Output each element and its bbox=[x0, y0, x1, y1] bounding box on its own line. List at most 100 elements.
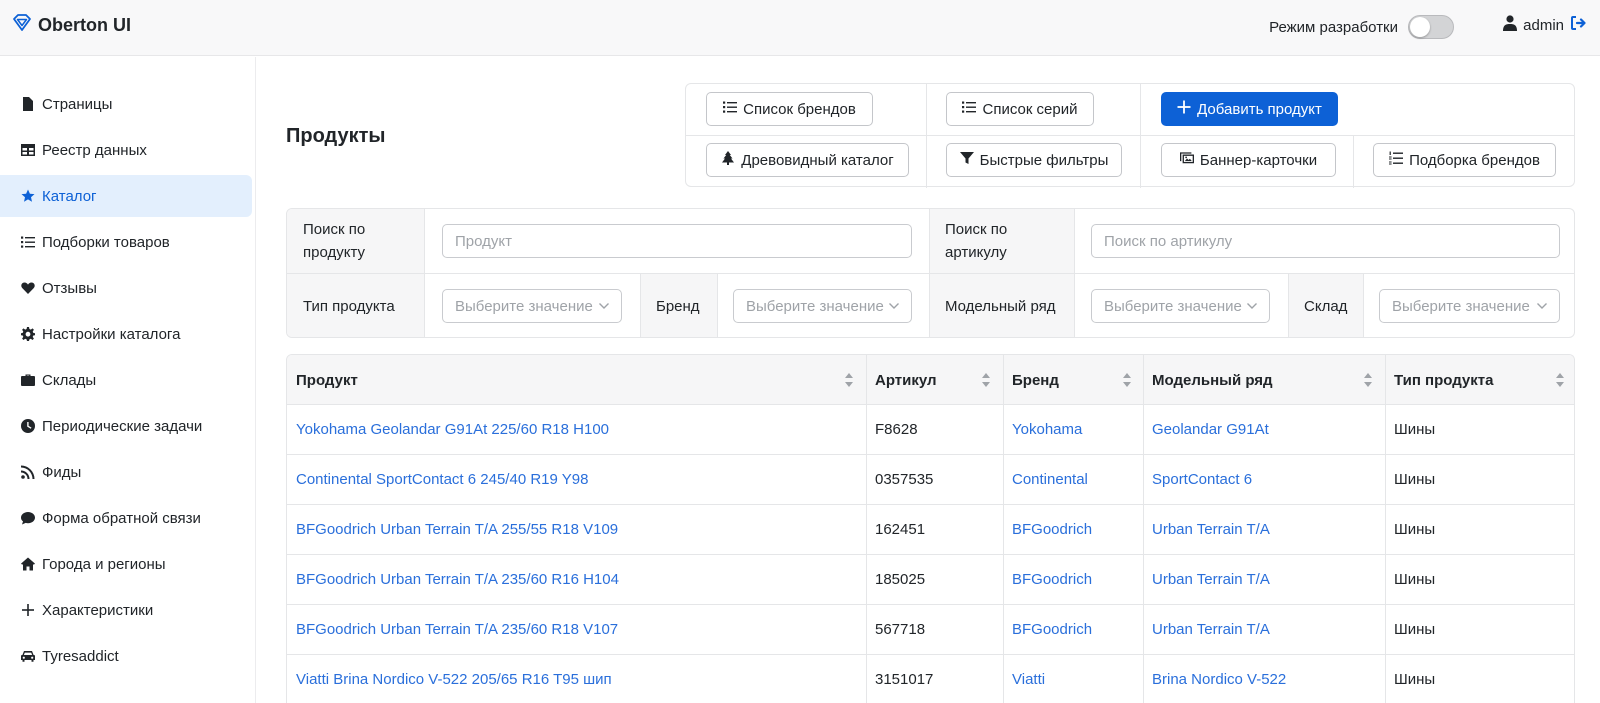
divider bbox=[1363, 274, 1364, 337]
sidebar-item-catalog[interactable]: Каталог bbox=[0, 175, 252, 217]
model-series-link[interactable]: Urban Terrain T/A bbox=[1143, 555, 1270, 604]
button-label: Добавить продукт bbox=[1197, 100, 1322, 118]
model-series-select[interactable]: Выберите значение bbox=[1091, 289, 1270, 323]
sku-cell: 185025 bbox=[875, 571, 926, 588]
sidebar-item-label: Настройки каталога bbox=[42, 325, 181, 343]
column-header-product-type[interactable]: Тип продукта bbox=[1385, 355, 1574, 405]
sidebar-item-warehouses[interactable]: Склады bbox=[0, 359, 252, 401]
model-series-link[interactable]: Urban Terrain T/A bbox=[1143, 605, 1270, 654]
list-icon bbox=[723, 100, 738, 118]
product-type-cell: Шины bbox=[1394, 621, 1436, 638]
filters-panel: Поиск по продукту Продукт Поиск по артик… bbox=[286, 208, 1575, 338]
brand-link[interactable]: BFGoodrich bbox=[1003, 605, 1092, 654]
select-placeholder: Выберите значение bbox=[455, 297, 593, 315]
product-search-input[interactable]: Продукт bbox=[442, 224, 912, 258]
sidebar-item-tyresaddict[interactable]: Tyresaddict bbox=[0, 635, 252, 677]
sidebar-item-label: Реестр данных bbox=[42, 141, 147, 159]
column-label: Тип продукта bbox=[1394, 371, 1494, 389]
series-list-button[interactable]: Список серий bbox=[946, 92, 1094, 126]
sort-icon[interactable] bbox=[1122, 372, 1132, 388]
tree-catalog-button[interactable]: Древовидный каталог bbox=[706, 143, 909, 177]
column-label: Бренд bbox=[1012, 371, 1059, 389]
tree-icon bbox=[721, 151, 735, 169]
brand-selection-button[interactable]: Подборка брендов bbox=[1373, 143, 1556, 177]
page-title: Продукты bbox=[286, 125, 386, 147]
product-link[interactable]: Yokohama Geolandar G91At 225/60 R18 H100 bbox=[287, 405, 609, 454]
product-type-select[interactable]: Выберите значение bbox=[442, 289, 622, 323]
column-divider bbox=[1143, 355, 1144, 703]
select-placeholder: Выберите значение bbox=[1392, 297, 1530, 315]
sidebar-item-characteristics[interactable]: Характеристики bbox=[0, 589, 252, 631]
brand[interactable]: Oberton UI bbox=[12, 13, 131, 38]
brand-link[interactable]: Continental bbox=[1003, 455, 1088, 504]
model-series-link[interactable]: Brina Nordico V-522 bbox=[1143, 655, 1286, 703]
divider bbox=[1074, 209, 1075, 337]
product-link[interactable]: BFGoodrich Urban Terrain T/A 255/55 R18 … bbox=[287, 505, 618, 554]
sidebar-item-pages[interactable]: Страницы bbox=[0, 83, 252, 125]
brand-name: Oberton UI bbox=[38, 15, 131, 35]
sort-icon[interactable] bbox=[1555, 372, 1565, 388]
add-product-button[interactable]: Добавить продукт bbox=[1161, 92, 1338, 126]
brand-link[interactable]: Viatti bbox=[1003, 655, 1045, 703]
product-type-cell: Шины bbox=[1394, 471, 1436, 488]
select-placeholder: Выберите значение bbox=[746, 297, 884, 315]
rss-icon bbox=[20, 464, 36, 480]
gear-icon bbox=[20, 326, 36, 342]
sidebar-item-feeds[interactable]: Фиды bbox=[0, 451, 252, 493]
product-link[interactable]: BFGoodrich Urban Terrain T/A 235/60 R18 … bbox=[287, 605, 618, 654]
plus-icon bbox=[20, 602, 36, 618]
column-divider bbox=[866, 355, 867, 703]
product-link[interactable]: Viatti Brina Nordico V-522 205/65 R16 T9… bbox=[287, 655, 612, 703]
sidebar-item-catalog-settings[interactable]: Настройки каталога bbox=[0, 313, 252, 355]
sku-search-input[interactable]: Поиск по артикулу bbox=[1091, 224, 1560, 258]
table-header: Продукт Артикул Бренд Модельный ряд Тип … bbox=[287, 355, 1574, 405]
sidebar-item-label: Города и регионы bbox=[42, 555, 166, 573]
sidebar-item-product-collections[interactable]: Подборки товаров bbox=[0, 221, 252, 263]
filter-icon bbox=[959, 151, 974, 169]
banner-cards-button[interactable]: Баннер-карточки bbox=[1161, 143, 1336, 177]
warehouse-label: Склад bbox=[1288, 274, 1363, 337]
column-header-model-series[interactable]: Модельный ряд bbox=[1143, 355, 1385, 405]
chevron-down-icon bbox=[1537, 303, 1547, 309]
file-icon bbox=[20, 96, 36, 112]
product-type-cell: Шины bbox=[1394, 571, 1436, 588]
brand-link[interactable]: BFGoodrich bbox=[1003, 555, 1092, 604]
dev-mode-toggle[interactable] bbox=[1408, 15, 1454, 39]
product-type-cell: Шины bbox=[1394, 671, 1436, 688]
sku-cell: 3151017 bbox=[875, 671, 934, 688]
warehouse-select[interactable]: Выберите значение bbox=[1379, 289, 1560, 323]
model-series-link[interactable]: Urban Terrain T/A bbox=[1143, 505, 1270, 554]
sidebar-item-cities-regions[interactable]: Города и регионы bbox=[0, 543, 252, 585]
home-icon bbox=[20, 556, 36, 572]
sidebar-item-periodic-tasks[interactable]: Периодические задачи bbox=[0, 405, 252, 447]
sidebar-item-feedback-form[interactable]: Форма обратной связи bbox=[0, 497, 252, 539]
divider bbox=[1140, 84, 1141, 188]
model-series-link[interactable]: SportContact 6 bbox=[1143, 455, 1252, 504]
product-type-cell: Шины bbox=[1394, 421, 1436, 438]
brand-link[interactable]: BFGoodrich bbox=[1003, 505, 1092, 554]
product-link[interactable]: BFGoodrich Urban Terrain T/A 235/60 R16 … bbox=[287, 555, 619, 604]
logout-icon[interactable] bbox=[1570, 15, 1586, 35]
brand-select[interactable]: Выберите значение bbox=[733, 289, 912, 323]
sort-icon[interactable] bbox=[1363, 372, 1373, 388]
sidebar-item-data-registry[interactable]: Реестр данных bbox=[0, 129, 252, 171]
model-series-label: Модельный ряд bbox=[929, 274, 1074, 337]
model-series-link[interactable]: Geolandar G91At bbox=[1143, 405, 1269, 454]
divider bbox=[1288, 274, 1289, 337]
button-label: Список серий bbox=[982, 100, 1078, 118]
divider bbox=[686, 135, 1574, 136]
sidebar-item-reviews[interactable]: Отзывы bbox=[0, 267, 252, 309]
brands-list-button[interactable]: Список брендов bbox=[706, 92, 873, 126]
quick-filters-button[interactable]: Быстрые фильтры bbox=[946, 143, 1122, 177]
sort-icon[interactable] bbox=[981, 372, 991, 388]
dev-mode-switch-group: Режим разработки bbox=[1269, 15, 1454, 39]
top-navbar: Oberton UI Режим разработки admin bbox=[0, 0, 1600, 56]
column-header-product[interactable]: Продукт bbox=[287, 355, 866, 405]
sort-icon[interactable] bbox=[844, 372, 854, 388]
star-icon bbox=[20, 188, 36, 204]
product-link[interactable]: Continental SportContact 6 245/40 R19 Y9… bbox=[287, 455, 588, 504]
user-menu[interactable]: admin bbox=[1503, 15, 1586, 35]
table-row: Yokohama Geolandar G91At 225/60 R18 H100… bbox=[287, 405, 1574, 455]
ordered-list-icon bbox=[1389, 151, 1404, 169]
brand-link[interactable]: Yokohama bbox=[1003, 405, 1082, 454]
